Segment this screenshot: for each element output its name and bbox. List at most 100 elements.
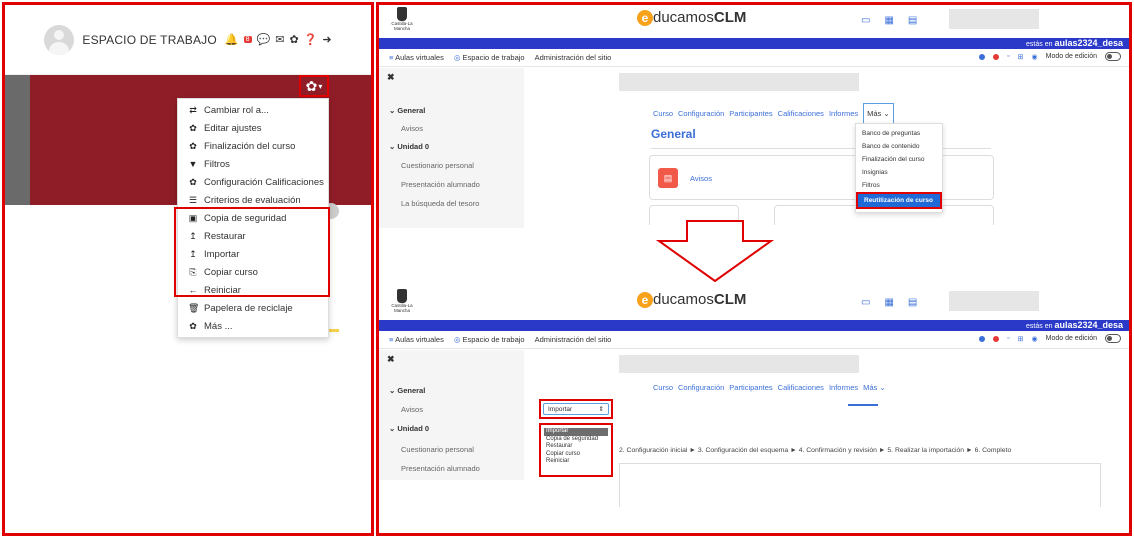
course-screen-bottom: Castilla-La Mancha e ducamosCLM ▭ ▦ ▤ est… xyxy=(379,287,1129,507)
tab-configuracion[interactable]: Configuración xyxy=(678,383,724,392)
select-option[interactable]: Copia de seguridad xyxy=(544,436,608,444)
menu-item[interactable]: ⇄ Cambiar rol a... xyxy=(178,101,328,119)
chevron-down-icon: ⌄ xyxy=(879,383,886,392)
menu-item-icon: ▼ xyxy=(188,159,198,169)
edit-mode-toggle[interactable] xyxy=(1105,334,1121,343)
settings-icon[interactable]: ◉ xyxy=(1032,335,1038,343)
calendar-icon[interactable]: ▤ xyxy=(908,297,917,308)
educamos-logo[interactable]: e ducamosCLM xyxy=(637,9,746,27)
tab-curso[interactable]: Curso xyxy=(653,109,673,118)
action-select[interactable]: Importar ⇕ xyxy=(543,403,609,415)
chat-icon[interactable]: 💬 xyxy=(257,33,271,46)
notification-badge: 8 xyxy=(243,36,252,43)
nav-espacio[interactable]: ◎ Espacio de trabajo xyxy=(454,53,525,62)
chevron-down-icon: ⌄ xyxy=(883,109,890,118)
avisos-link[interactable]: Avisos xyxy=(690,174,712,183)
educamos-logo[interactable]: e ducamosCLM xyxy=(637,291,746,309)
nav-bar: ≡ Aulas virtuales ◎ Espacio de trabajo A… xyxy=(379,331,1129,349)
avatar[interactable] xyxy=(44,24,75,55)
mail-icon[interactable]: ✉ xyxy=(275,33,284,46)
logout-icon[interactable]: ➜ xyxy=(322,33,331,46)
tab-mas[interactable]: Más ⌄ xyxy=(863,103,894,124)
cog-icon: ✿ xyxy=(305,77,318,94)
tab-informes[interactable]: Informes xyxy=(829,109,858,118)
status-icon[interactable] xyxy=(979,335,986,342)
alert-icon[interactable] xyxy=(993,335,1000,342)
drawer-cuestionario[interactable]: Cuestionario personal xyxy=(401,445,474,454)
top-header: Castilla-La Mancha e ducamosCLM ▭ ▦ ▤ xyxy=(379,287,1129,320)
apps-icon[interactable]: ▦ xyxy=(884,15,893,26)
nav-right: ▫ ⊞ ◉ Modo de edición xyxy=(979,52,1121,61)
select-option[interactable]: Reiniciar xyxy=(544,458,608,466)
down-arrow-icon xyxy=(655,220,775,283)
course-settings-button[interactable]: ✿ ▾ xyxy=(299,75,329,97)
close-icon[interactable]: ✖ xyxy=(387,354,395,365)
edit-mode-toggle[interactable] xyxy=(1105,52,1121,61)
drawer-presentacion[interactable]: Presentación alumnado xyxy=(401,180,480,189)
menu-item[interactable]: ✿ Finalización del curso xyxy=(178,137,328,155)
drawer-busqueda[interactable]: La búsqueda del tesoro xyxy=(401,199,479,208)
drawer-unidad[interactable]: ⌄ Unidad 0 xyxy=(389,142,429,151)
tab-mas[interactable]: Más ⌄ xyxy=(863,383,886,392)
menu-item[interactable]: ✿ Más ... xyxy=(178,317,328,335)
more-menu-item[interactable]: Banco de preguntas xyxy=(856,127,942,140)
monitor-icon[interactable]: ▭ xyxy=(861,297,870,308)
drawer-avisos[interactable]: Avisos xyxy=(401,124,423,133)
chat-icon[interactable]: ▫ xyxy=(1007,53,1009,60)
action-select-highlight: Importar ⇕ xyxy=(539,399,613,419)
bell-icon[interactable]: 🔔 xyxy=(225,33,239,46)
calendar-icon[interactable]: ▤ xyxy=(908,15,917,26)
drawer-general[interactable]: ⌄ General xyxy=(389,386,425,395)
tab-participantes[interactable]: Participantes xyxy=(729,383,772,392)
select-option[interactable]: Importar xyxy=(544,428,608,436)
edit-mode-label: Modo de edición xyxy=(1045,335,1097,342)
course-tabs: Curso Configuración Participantes Califi… xyxy=(653,103,894,124)
right-panel: Castilla-La Mancha e ducamosCLM ▭ ▦ ▤ est… xyxy=(376,2,1132,536)
nav-aulas[interactable]: ≡ Aulas virtuales xyxy=(389,335,444,344)
nav-aulas[interactable]: ≡ Aulas virtuales xyxy=(389,53,444,62)
nav-espacio[interactable]: ◎ Espacio de trabajo xyxy=(454,335,525,344)
site-bar: estás en aulas2324_desa xyxy=(379,320,1129,331)
drawer-cuestionario[interactable]: Cuestionario personal xyxy=(401,161,474,170)
top-icons: ▭ ▦ ▤ xyxy=(861,297,917,308)
apps-icon[interactable]: ▦ xyxy=(884,297,893,308)
tab-participantes[interactable]: Participantes xyxy=(729,109,772,118)
alert-icon[interactable] xyxy=(993,53,1000,60)
tab-informes[interactable]: Informes xyxy=(829,383,858,392)
forum-icon: ▤ xyxy=(658,168,678,188)
monitor-icon[interactable]: ▭ xyxy=(861,15,870,26)
more-menu-item[interactable]: Finalización del curso xyxy=(856,153,942,166)
course-index-drawer: ✖ ⌄ General Avisos ⌄ Unidad 0 Cuestionar… xyxy=(379,68,524,228)
tab-calificaciones[interactable]: Calificaciones xyxy=(778,109,824,118)
menu-item[interactable]: ▼ Filtros xyxy=(178,155,328,173)
grid-icon[interactable]: ⊞ xyxy=(1018,335,1024,343)
drawer-presentacion[interactable]: Presentación alumnado xyxy=(401,464,480,473)
more-menu-item[interactable]: Filtros xyxy=(856,179,942,192)
more-menu-item[interactable]: Reutilización de curso xyxy=(856,192,942,209)
menu-item[interactable]: ✿ Configuración Calificaciones xyxy=(178,173,328,191)
help-icon[interactable]: ❓ xyxy=(304,33,318,46)
menu-item-label: Cambiar rol a... xyxy=(204,104,269,116)
drawer-general[interactable]: ⌄ General xyxy=(389,106,425,115)
menu-item[interactable]: 🗑 Papelera de reciclaje xyxy=(178,299,328,317)
grid-icon[interactable]: ⊞ xyxy=(1018,53,1024,61)
select-option[interactable]: Copiar curso xyxy=(544,451,608,459)
tab-curso[interactable]: Curso xyxy=(653,383,673,392)
menu-item[interactable]: ✿ Editar ajustes xyxy=(178,119,328,137)
close-icon[interactable]: ✖ xyxy=(387,72,395,83)
settings-icon[interactable]: ◉ xyxy=(1032,53,1038,61)
chat-icon[interactable]: ▫ xyxy=(1007,335,1009,342)
drawer-avisos[interactable]: Avisos xyxy=(401,405,423,414)
menu-item-label: Configuración Calificaciones xyxy=(204,176,324,188)
more-menu-item[interactable]: Banco de contenido xyxy=(856,140,942,153)
select-option[interactable]: Restaurar xyxy=(544,443,608,451)
drawer-unidad[interactable]: ⌄ Unidad 0 xyxy=(389,424,429,433)
circle-icon: ◎ xyxy=(453,53,461,62)
gear-icon[interactable]: ✿ xyxy=(289,33,298,46)
nav-admin[interactable]: Administración del sitio xyxy=(535,335,612,344)
tab-configuracion[interactable]: Configuración xyxy=(678,109,724,118)
tab-calificaciones[interactable]: Calificaciones xyxy=(778,383,824,392)
nav-admin[interactable]: Administración del sitio xyxy=(535,53,612,62)
status-icon[interactable] xyxy=(979,53,986,60)
more-menu-item[interactable]: Insignias xyxy=(856,166,942,179)
